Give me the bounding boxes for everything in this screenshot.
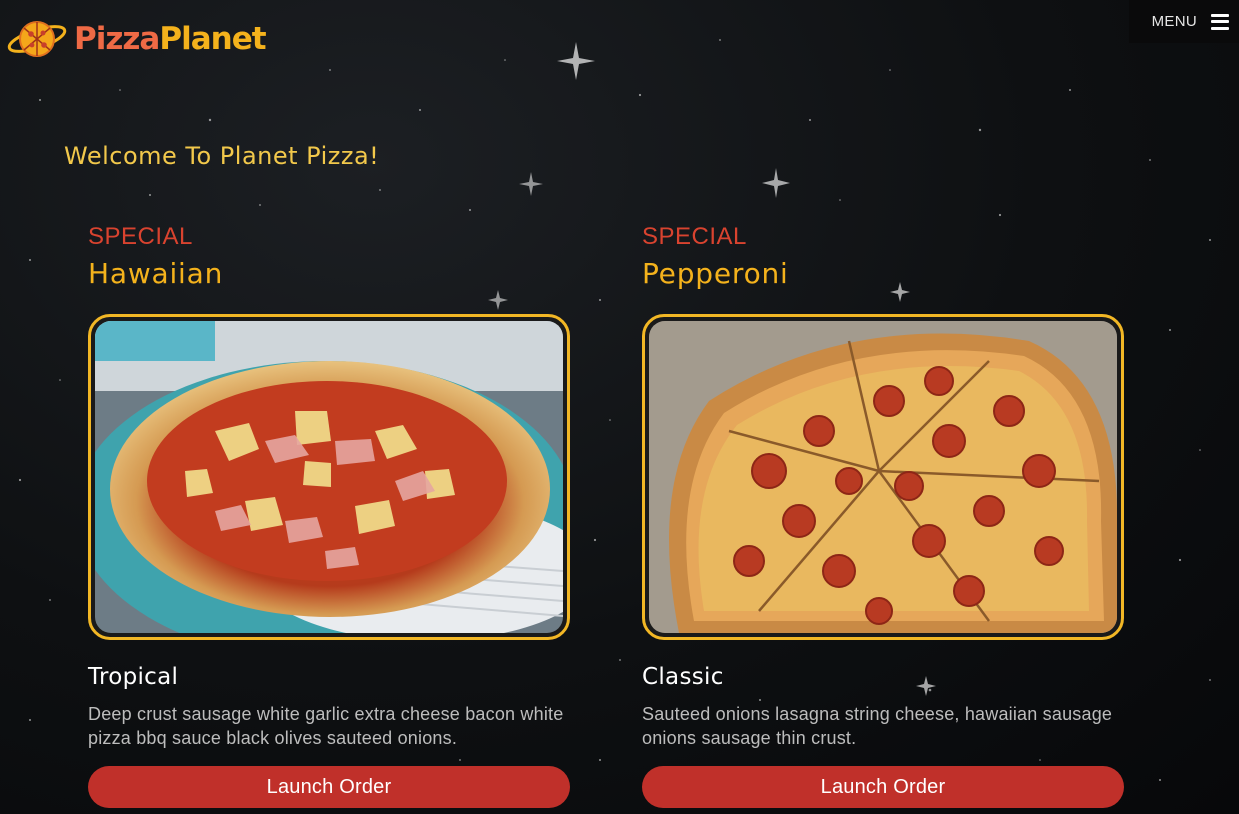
launch-order-button[interactable]: Launch Order bbox=[88, 766, 570, 808]
launch-order-button[interactable]: Launch Order bbox=[642, 766, 1124, 808]
menu-button[interactable]: MENU bbox=[1129, 0, 1239, 43]
pizza-description: Deep crust sausage white garlic extra ch… bbox=[88, 704, 564, 748]
special-label: SPECIAL bbox=[88, 223, 193, 250]
hawaiian-pizza-image bbox=[95, 321, 563, 633]
welcome-heading: Welcome To Planet Pizza! bbox=[64, 142, 380, 170]
pizza-card-pepperoni: SPECIAL Pepperoni Classic Sauteed onions… bbox=[642, 222, 1124, 808]
logo-text-pizza: Pizza bbox=[74, 20, 160, 57]
pizza-subtitle: Tropical bbox=[88, 664, 179, 690]
pizza-description: Sauteed onions lasagna string cheese, ha… bbox=[642, 704, 1113, 748]
pizza-image-frame bbox=[642, 314, 1124, 640]
special-label: SPECIAL bbox=[642, 223, 747, 250]
hamburger-icon bbox=[1211, 13, 1229, 30]
logo-wordmark: PizzaPlanet bbox=[74, 20, 267, 57]
pizza-name: Pepperoni bbox=[642, 257, 789, 290]
site-logo[interactable]: PizzaPlanet bbox=[6, 14, 267, 64]
pizza-card-hawaiian: SPECIAL Hawaiian Tropical Deep crust sau… bbox=[88, 222, 570, 808]
pepperoni-pizza-image bbox=[649, 321, 1117, 633]
page: PizzaPlanet MENU Welcome To Planet Pizza… bbox=[0, 0, 1239, 814]
menu-label: MENU bbox=[1151, 13, 1197, 30]
pizza-name: Hawaiian bbox=[88, 257, 224, 290]
pizza-subtitle: Classic bbox=[642, 664, 724, 690]
pizza-planet-logo-icon bbox=[7, 21, 67, 57]
logo-text-planet: Planet bbox=[159, 20, 266, 57]
pizza-image-frame bbox=[88, 314, 570, 640]
